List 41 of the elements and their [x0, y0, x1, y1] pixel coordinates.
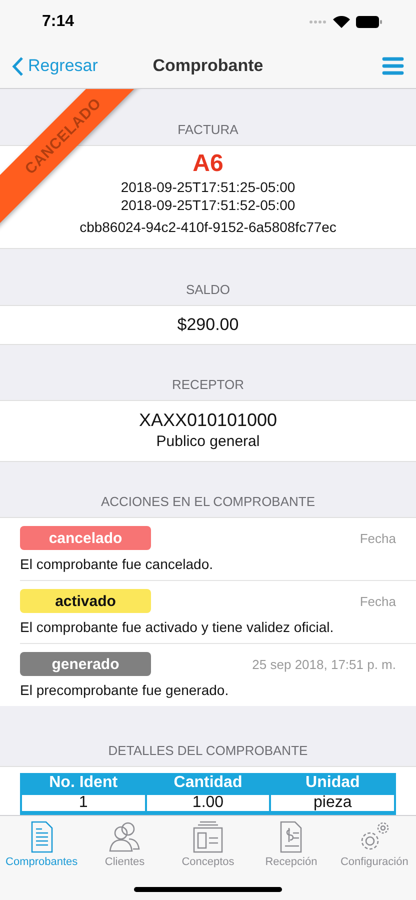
action-date: Fecha	[360, 530, 396, 546]
table-cell: pieza	[271, 795, 394, 811]
section-heading: FACTURA	[178, 122, 238, 137]
table-cell: 1.00	[146, 795, 270, 811]
wifi-icon	[333, 16, 350, 28]
invoice-date: 2018-09-25T17:51:52-05:00	[120, 196, 296, 214]
column-header: Unidad	[304, 773, 361, 793]
menu-icon	[382, 56, 404, 76]
chevron-left-icon	[12, 56, 24, 76]
action-date: Fecha	[360, 594, 396, 608]
tab-bar-item[interactable]: Configuración	[332, 820, 416, 868]
invoice-uuid: cbb86024-94c2-410f-9152-6a5808fc77ec	[80, 218, 336, 237]
section-heading: RECEPTOR	[172, 377, 244, 392]
table-cell: 1	[22, 795, 145, 811]
action-description: El comprobante fue activado y tiene validez oficial.	[20, 619, 335, 635]
action-description: El comprobante fue cancelado.	[20, 556, 214, 572]
tab-bar-item[interactable]: Clientes	[83, 820, 166, 868]
column-header: No. Ident	[48, 773, 119, 793]
invoice-date: 2018-09-25T17:51:25-05:00	[120, 178, 296, 196]
action-date: 25 sep 2018, 17:51 p. m.	[252, 656, 396, 672]
action-description: El precomprobante fue generado.	[20, 682, 230, 698]
signal-icon	[309, 20, 327, 24]
section-heading: DETALLES DEL COMPROBANTE	[108, 743, 308, 758]
tab-bar-item[interactable]: Conceptos	[166, 820, 250, 868]
invoice-folio: A6	[192, 150, 224, 178]
tab-bar-item[interactable]: Recepción	[250, 820, 333, 868]
battery-icon	[356, 16, 382, 28]
status-badge: cancelado	[20, 526, 151, 550]
tab-bar-item[interactable]: Comprobantes	[0, 820, 84, 868]
section-heading: ACCIONES EN EL COMPROBANTE	[100, 494, 316, 509]
receiver-name: Publico general	[156, 432, 260, 452]
column-header: Cantidad	[172, 773, 244, 793]
receiver-rfc: XAXX010101000	[138, 409, 278, 431]
menu-button[interactable]	[382, 56, 404, 76]
status-badge: generado	[20, 652, 151, 676]
back-link[interactable]: Regresar	[12, 56, 98, 76]
balance-amount: $290.00	[177, 314, 239, 336]
screen-title: Comprobante	[152, 56, 264, 76]
status-badge: activado	[20, 589, 151, 613]
status-time: 7:14	[42, 13, 74, 31]
section-heading: SALDO	[186, 282, 230, 297]
